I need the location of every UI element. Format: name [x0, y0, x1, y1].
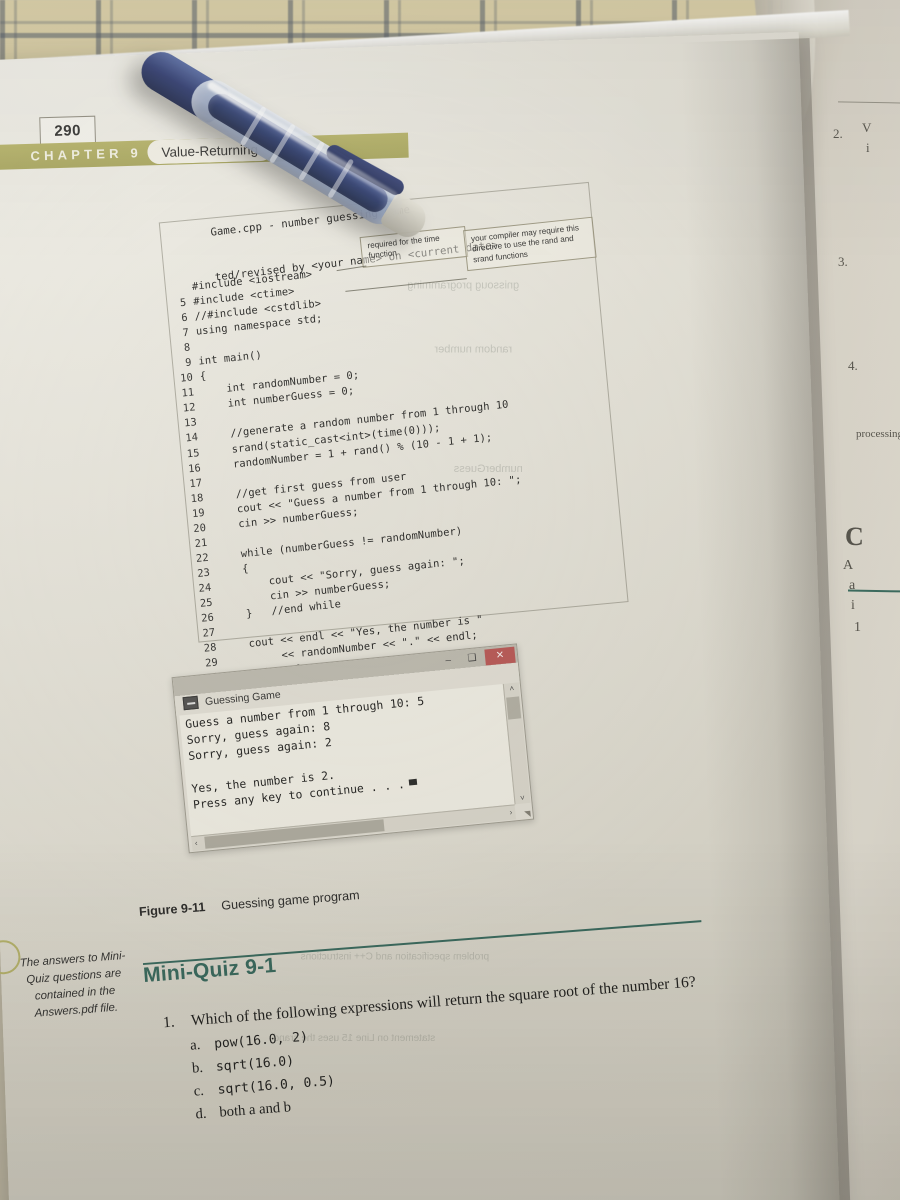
mini-quiz-question: 1. Which of the following expressions wi… — [162, 971, 722, 1032]
code-line-number — [165, 291, 185, 293]
photo-scene: 2. V i 3. 4. processing C A a i 1 290 CH… — [0, 0, 900, 1200]
window-controls[interactable]: – ❑ ✕ — [436, 646, 516, 671]
facing-page-item-4: 4. — [848, 358, 858, 373]
facing-page-text-b: i — [866, 140, 870, 155]
facing-page-text-a: V — [862, 120, 872, 135]
option-letter: c. — [193, 1082, 205, 1100]
facing-page-line-b: a — [849, 578, 856, 593]
scroll-right-arrow-icon[interactable]: › — [509, 807, 513, 819]
scroll-down-arrow-icon[interactable]: ˅ — [520, 793, 526, 802]
scroll-left-arrow-icon[interactable]: ‹ — [194, 838, 198, 850]
facing-page-heading-c: C — [845, 522, 864, 551]
margin-note: The answers to Mini-Quiz questions are c… — [19, 949, 126, 1020]
facing-page-line-c: i — [851, 598, 855, 613]
option-letter: b. — [191, 1059, 204, 1077]
mini-quiz-title: Mini-Quiz 9-1 — [142, 953, 277, 988]
scroll-up-arrow-icon[interactable]: ˄ — [509, 684, 515, 693]
facing-page-item-3: 3. — [838, 254, 848, 269]
close-button[interactable]: ✕ — [484, 646, 516, 666]
facing-page-word-processing: processing — [856, 428, 900, 440]
console-cursor — [408, 778, 417, 786]
option-letter: d. — [194, 1105, 208, 1123]
code-line-text: { — [199, 370, 207, 383]
question-number: 1. — [162, 1013, 176, 1032]
option-text: both a and b — [218, 1099, 292, 1121]
mini-quiz-options: a. pow(16.0, 2) b. sqrt(16.0) c. sqrt(16.0, 0… — [189, 1024, 337, 1127]
resize-grip-icon[interactable]: ◥ — [524, 809, 531, 819]
code-line-text: { — [216, 562, 250, 578]
figure-caption-label: Figure 9-11 — [138, 899, 206, 920]
facing-page-line-a: A — [843, 558, 854, 573]
option-letter: a. — [189, 1036, 201, 1054]
console-window[interactable]: – ❑ ✕ Guessing Game Guess a number from … — [171, 643, 535, 854]
facing-page-item-2: 2. — [833, 126, 843, 141]
console-icon — [182, 695, 199, 711]
minimize-button[interactable]: – — [437, 652, 460, 670]
facing-page-line-d: 1 — [854, 620, 861, 635]
figure-caption: Figure 9-11 Guessing game program — [139, 888, 361, 919]
question-text: Which of the following expressions will … — [190, 973, 697, 1030]
figure-caption-text: Guessing game program — [220, 888, 361, 913]
vertical-scroll-thumb[interactable] — [506, 696, 522, 720]
console-title-text: Guessing Game — [204, 688, 282, 708]
maximize-button[interactable]: ❑ — [460, 649, 483, 667]
code-listing: #include <iostream> 5 #include <ctime> 6//#… — [165, 234, 669, 703]
